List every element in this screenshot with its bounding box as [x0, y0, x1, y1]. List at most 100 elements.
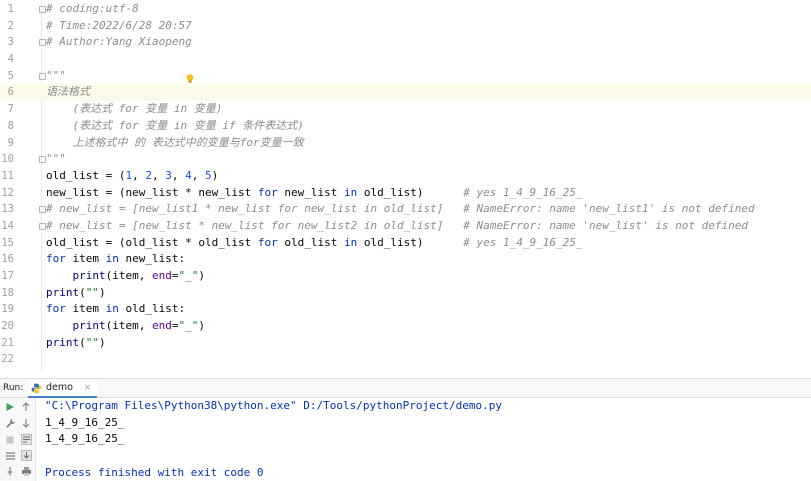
code-token-num: 5 — [204, 168, 212, 182]
stop-icon[interactable] — [3, 433, 17, 447]
console-line-out: 1_4_9_16_25_ — [45, 415, 125, 429]
code-text: """ — [46, 151, 66, 168]
code-token-plain: ( — [79, 335, 86, 349]
code-token-kw: for — [257, 185, 278, 199]
line-number: 14 — [1, 219, 14, 232]
code-token-plain: old_list — [277, 235, 345, 249]
fold-marker-icon[interactable] — [39, 39, 46, 47]
code-line[interactable]: 13 # new_list = [new_list1 * new_list for… — [0, 201, 811, 218]
pin-icon[interactable] — [3, 464, 17, 478]
code-line[interactable]: 21 print("") — [0, 335, 811, 352]
wrench-icon[interactable] — [3, 416, 17, 430]
code-line[interactable]: 22 — [0, 351, 811, 368]
code-token-plain: ) — [99, 335, 106, 349]
code-token-docstr: """ — [46, 68, 66, 82]
code-text: print(item, end="_") — [46, 318, 205, 335]
console-line-fin: Process finished with exit code 0 — [45, 465, 264, 479]
code-token-kwarg: end — [151, 269, 172, 282]
code-line[interactable]: 20 print(item, end="_") — [0, 318, 811, 335]
code-line[interactable]: 18 print("") — [0, 285, 811, 302]
line-number: 18 — [1, 286, 14, 299]
code-token-plain: old_list = (old_list * old_list — [46, 235, 258, 249]
code-text: # new_list = [new_list * new_list for ne… — [46, 218, 748, 235]
code-token-kw: for — [46, 302, 66, 316]
code-line[interactable]: 16 for item in new_list: — [0, 251, 811, 268]
code-token-plain: old_list = ( — [46, 168, 126, 182]
fold-marker-icon[interactable] — [39, 156, 46, 164]
print-icon[interactable] — [19, 464, 33, 478]
soft-wrap-icon[interactable] — [19, 432, 33, 446]
code-line[interactable]: 12 new_list = (new_list * new_list for ne… — [0, 185, 811, 202]
code-text: print("") — [46, 285, 106, 302]
code-line[interactable]: 3 # Author:Yang Xiaopeng — [0, 34, 811, 51]
intention-bulb-icon[interactable] — [186, 74, 194, 84]
code-token-num: 3 — [165, 168, 172, 182]
run-tool-window-header: Run: demo × — [0, 378, 811, 398]
scroll-up-icon[interactable] — [19, 400, 33, 414]
line-number: 15 — [1, 236, 14, 249]
code-token-docstr: (表达式 for 变量 in 变量 if 条件表达式) — [46, 118, 304, 132]
code-line[interactable]: 17 print(item, end="_") — [0, 268, 811, 285]
code-text: new_list = (new_list * new_list for new_… — [46, 185, 582, 202]
scroll-down-icon[interactable] — [19, 416, 33, 430]
code-token-comment: # yes 1_4_9_16_25_ — [463, 185, 583, 199]
line-number: 8 — [7, 119, 14, 132]
code-editor[interactable]: 1 # coding:utf-8 2 # Time:2022/6/28 20:57 3 #… — [0, 0, 811, 372]
code-token-plain: old_list: — [118, 302, 186, 316]
code-line[interactable]: 9 上述格式中 的 表达式中的变量与for变量一致 — [0, 135, 811, 152]
run-toolbar — [0, 398, 36, 481]
code-line[interactable]: 2 # Time:2022/6/28 20:57 — [0, 18, 811, 35]
code-token-plain: , — [151, 168, 166, 182]
code-lines: 1 # coding:utf-8 2 # Time:2022/6/28 20:57 3 #… — [0, 1, 811, 368]
code-line[interactable]: 6 语法格式 — [0, 84, 811, 102]
code-token-num: 4 — [185, 168, 192, 182]
fold-marker-icon[interactable] — [39, 72, 46, 80]
code-token-plain: new_list — [277, 185, 345, 199]
code-token-plain: item — [65, 252, 106, 266]
code-token-num: 2 — [145, 168, 152, 182]
code-line[interactable]: 10 """ — [0, 151, 811, 168]
code-text: print("") — [46, 335, 106, 352]
code-line[interactable]: 5 """ — [0, 68, 811, 85]
line-number: 16 — [1, 253, 14, 266]
line-number: 17 — [1, 270, 14, 282]
line-number: 12 — [1, 186, 14, 199]
fold-marker-icon[interactable] — [39, 6, 46, 13]
fold-marker-icon[interactable] — [39, 222, 46, 230]
code-token-plain: , — [171, 168, 186, 182]
code-text: # new_list = [new_list1 * new_list for n… — [46, 201, 755, 218]
code-text: (表达式 for 变量 in 变量 if 条件表达式) — [46, 118, 304, 135]
line-number: 13 — [1, 203, 14, 216]
run-tab-demo[interactable]: demo × — [28, 380, 98, 398]
run-label: Run: — [3, 383, 24, 393]
run-tool-window: "C:\Program Files\Python38\python.exe" D… — [0, 398, 811, 481]
code-token-builtin: print — [46, 285, 80, 299]
code-token-plain: (item, — [105, 269, 152, 282]
line-number: 5 — [7, 69, 14, 82]
code-token-kw: for — [257, 235, 278, 249]
line-number: 11 — [1, 169, 14, 182]
code-text: print(item, end="_") — [46, 268, 205, 285]
console-output[interactable]: "C:\Program Files\Python38\python.exe" D… — [45, 398, 502, 481]
code-line[interactable]: 4 — [0, 51, 811, 68]
code-token-comment: # Time:2022/6/28 20:57 — [46, 18, 192, 32]
code-token-kw: for — [46, 252, 66, 266]
code-line[interactable]: 14 # new_list = [new_list * new_list for … — [0, 218, 811, 235]
run-tab-close-icon[interactable]: × — [84, 383, 92, 393]
code-line[interactable]: 15 old_list = (old_list * old_list for ol… — [0, 235, 811, 252]
console-line-cmd: "C:\Program Files\Python38\python.exe" D… — [45, 399, 502, 412]
code-line[interactable]: 8 (表达式 for 变量 in 变量 if 条件表达式) — [0, 118, 811, 135]
code-token-kw: in — [344, 235, 358, 249]
code-line[interactable]: 7 (表达式 for 变量 in 变量) — [0, 101, 811, 118]
layout-icon[interactable] — [3, 449, 17, 463]
code-line[interactable]: 11 old_list = (1, 2, 3, 4, 5) — [0, 168, 811, 185]
code-token-docstr: """ — [46, 152, 66, 166]
rerun-icon[interactable] — [3, 400, 17, 414]
code-line[interactable]: 19 for item in old_list: — [0, 301, 811, 318]
fold-marker-icon[interactable] — [39, 206, 46, 214]
scroll-to-end-icon[interactable] — [19, 448, 33, 462]
code-line[interactable]: 1 # coding:utf-8 — [0, 1, 811, 18]
line-number: 7 — [7, 103, 14, 116]
code-text: """ — [46, 68, 66, 85]
